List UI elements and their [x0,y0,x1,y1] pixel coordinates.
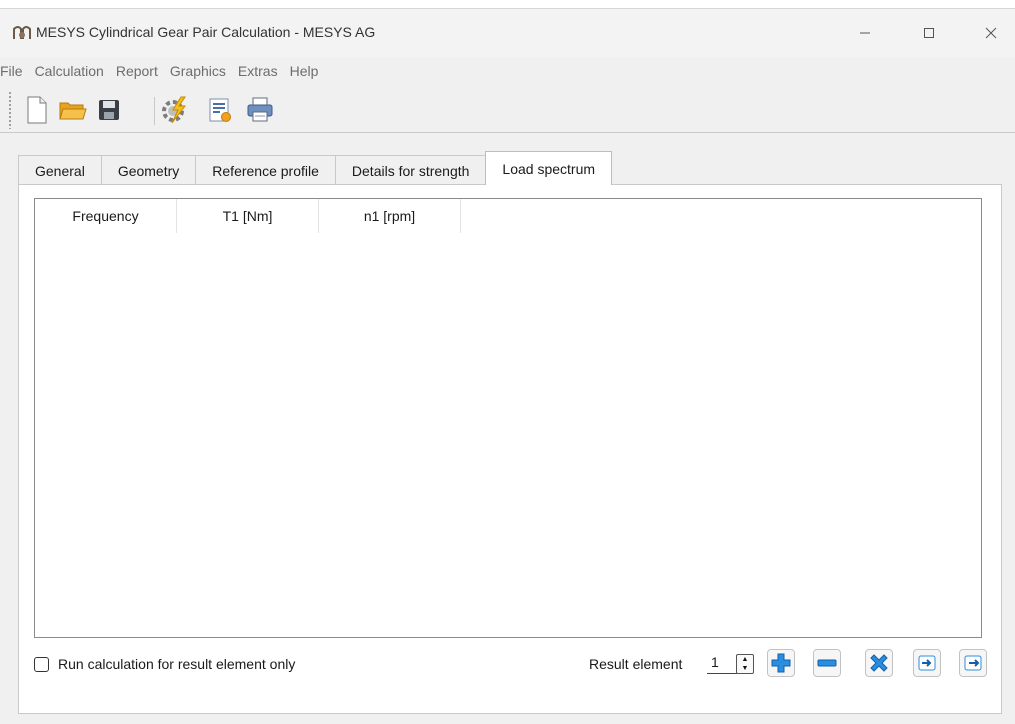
tab-strip: General Geometry Reference profile Detai… [18,151,613,185]
result-element-label: Result element [589,656,683,672]
result-element-value[interactable]: 1 [707,654,737,674]
menu-calculation[interactable]: Calculation [29,61,110,85]
tab-reference-profile[interactable]: Reference profile [195,155,336,185]
remove-row-button[interactable] [813,649,841,677]
result-element-spinbox[interactable]: 1 ▲ ▼ [707,650,757,678]
menu-extras[interactable]: Extras [232,61,284,85]
table-header: Frequency T1 [Nm] n1 [rpm] [35,199,981,233]
maximize-icon[interactable] [916,21,942,45]
run-result-only-label[interactable]: Run calculation for result element only [58,656,295,672]
column-header-n1[interactable]: n1 [rpm] [319,199,461,233]
add-row-button[interactable] [767,649,795,677]
column-header-t1[interactable]: T1 [Nm] [177,199,319,233]
delete-all-icon [870,654,888,672]
export-icon [964,655,982,671]
add-row-icon [771,653,791,673]
report-icon[interactable] [205,93,235,127]
load-spectrum-panel: Frequency T1 [Nm] n1 [rpm] Run calculati… [18,184,1002,714]
print-icon[interactable] [245,93,275,127]
menu-report[interactable]: Report [110,61,164,85]
menu-file[interactable]: File [0,61,29,85]
new-file-icon[interactable] [22,93,52,127]
menu-bar: File Calculation Report Graphics Extras … [0,61,324,85]
toolbar [0,89,1015,133]
remove-row-icon [817,659,837,667]
spin-up-icon[interactable]: ▲ [737,655,753,664]
spin-down-icon[interactable]: ▼ [737,664,753,673]
import-button[interactable] [913,649,941,677]
menu-graphics[interactable]: Graphics [164,61,232,85]
tab-load-spectrum[interactable]: Load spectrum [485,151,613,185]
open-folder-icon[interactable] [58,93,88,127]
mesys-logo-icon [12,25,32,41]
close-icon[interactable] [978,21,1004,45]
load-spectrum-table[interactable]: Frequency T1 [Nm] n1 [rpm] [34,198,982,638]
window-title: MESYS Cylindrical Gear Pair Calculation … [36,24,376,40]
menu-help[interactable]: Help [284,61,325,85]
save-icon[interactable] [94,93,124,127]
delete-all-button[interactable] [865,649,893,677]
column-header-frequency[interactable]: Frequency [35,199,177,233]
export-button[interactable] [959,649,987,677]
tab-general[interactable]: General [18,155,102,185]
toolbar-grip[interactable] [8,91,12,129]
title-bar: MESYS Cylindrical Gear Pair Calculation … [0,9,1015,57]
calculate-icon[interactable] [160,93,190,127]
import-icon [918,655,936,671]
tab-details-for-strength[interactable]: Details for strength [334,155,487,185]
minimize-icon[interactable] [852,21,878,45]
app-window: MESYS Cylindrical Gear Pair Calculation … [0,8,1015,724]
run-result-only-checkbox[interactable] [34,657,49,672]
toolbar-separator [154,97,155,125]
spin-buttons: ▲ ▼ [736,654,754,674]
tab-geometry[interactable]: Geometry [100,155,197,185]
